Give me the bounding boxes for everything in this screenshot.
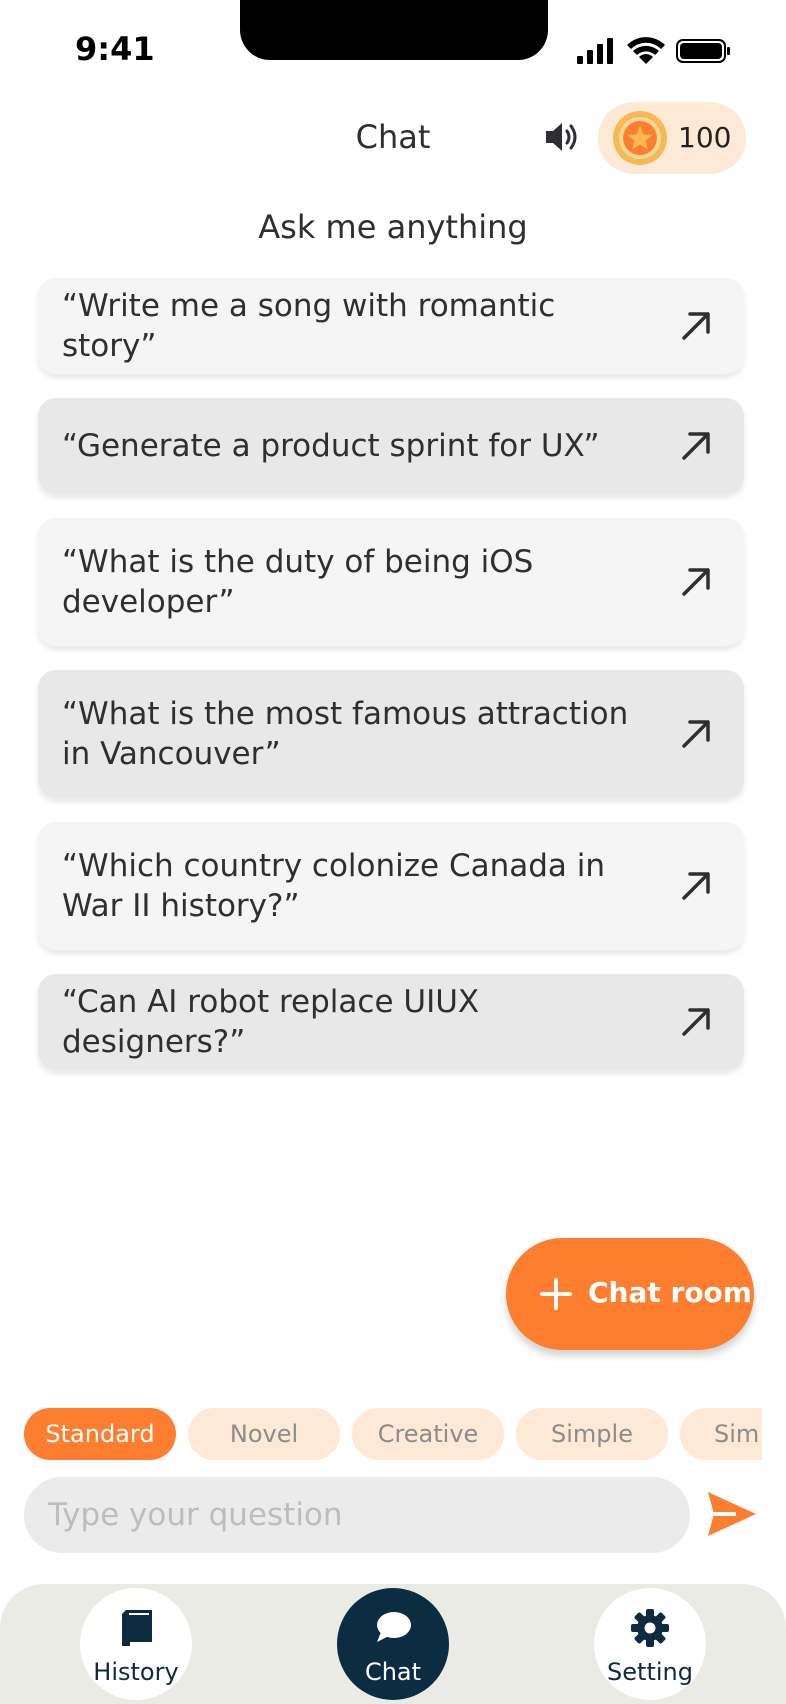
nav-history[interactable]: History — [80, 1588, 192, 1700]
suggestion-text: “What is the duty of being iOS developer… — [62, 544, 534, 620]
coin-count: 100 — [678, 121, 732, 154]
speaker-icon[interactable] — [542, 118, 580, 156]
suggestion-card[interactable]: “Write me a song with romantic story” — [38, 278, 744, 374]
suggestion-text: “Can AI robot replace UIUX designers?” — [62, 984, 480, 1060]
suggestion-card[interactable]: “What is the most famous attraction in V… — [38, 670, 744, 798]
nav-history-label: History — [93, 1658, 179, 1686]
mode-chip-simple[interactable]: Simple — [516, 1408, 668, 1460]
wifi-icon — [627, 37, 665, 64]
mode-selector: Standard Novel Creative Simple Sim — [24, 1408, 762, 1460]
plus-icon — [540, 1278, 572, 1310]
nav-chat[interactable]: Chat — [337, 1588, 449, 1700]
suggestion-card[interactable]: “Can AI robot replace UIUX designers?” — [38, 974, 744, 1070]
suggestion-text: “What is the most famous attraction in V… — [62, 696, 629, 772]
suggestion-card[interactable]: “Generate a product sprint for UX” — [38, 398, 744, 494]
arrow-up-right-icon — [682, 312, 710, 340]
status-icons — [577, 37, 730, 64]
new-chat-room-button[interactable]: Chat room — [506, 1238, 754, 1350]
mode-chip-novel[interactable]: Novel — [188, 1408, 340, 1460]
mode-chip-standard[interactable]: Standard — [24, 1408, 176, 1460]
arrow-up-right-icon — [682, 720, 710, 748]
coin-balance-button[interactable]: 100 — [598, 102, 746, 174]
chat-bubble-icon — [377, 1612, 411, 1642]
status-bar: 9:41 — [0, 0, 786, 100]
book-icon — [122, 1610, 152, 1646]
nav-setting-label: Setting — [607, 1658, 693, 1686]
mode-chip-sim[interactable]: Sim — [680, 1408, 762, 1460]
arrow-up-right-icon — [682, 1008, 710, 1036]
arrow-up-right-icon — [682, 568, 710, 596]
new-chat-room-label: Chat room — [588, 1276, 752, 1309]
suggestion-card[interactable]: “Which country colonize Canada in War II… — [38, 822, 744, 950]
arrow-up-right-icon — [682, 872, 710, 900]
battery-icon — [676, 39, 730, 63]
suggestion-card[interactable]: “What is the duty of being iOS developer… — [38, 518, 744, 646]
nav-chat-label: Chat — [364, 1658, 422, 1686]
suggestion-text: “Generate a product sprint for UX” — [62, 428, 600, 464]
mode-chip-creative[interactable]: Creative — [352, 1408, 504, 1460]
status-time: 9:41 — [75, 30, 155, 68]
section-subtitle: Ask me anything — [258, 208, 528, 246]
coin-star-icon — [613, 111, 667, 165]
gear-icon — [631, 1609, 669, 1647]
send-icon[interactable] — [706, 1488, 758, 1540]
nav-setting[interactable]: Setting — [594, 1588, 706, 1700]
question-input[interactable] — [24, 1477, 690, 1553]
signal-icon — [577, 38, 613, 64]
suggestion-text: “Write me a song with romantic story” — [62, 288, 556, 364]
suggestion-text: “Which country colonize Canada in War II… — [62, 848, 606, 924]
device-notch — [240, 0, 548, 60]
bottom-nav: History Chat Setting — [0, 1584, 786, 1704]
arrow-up-right-icon — [682, 432, 710, 460]
